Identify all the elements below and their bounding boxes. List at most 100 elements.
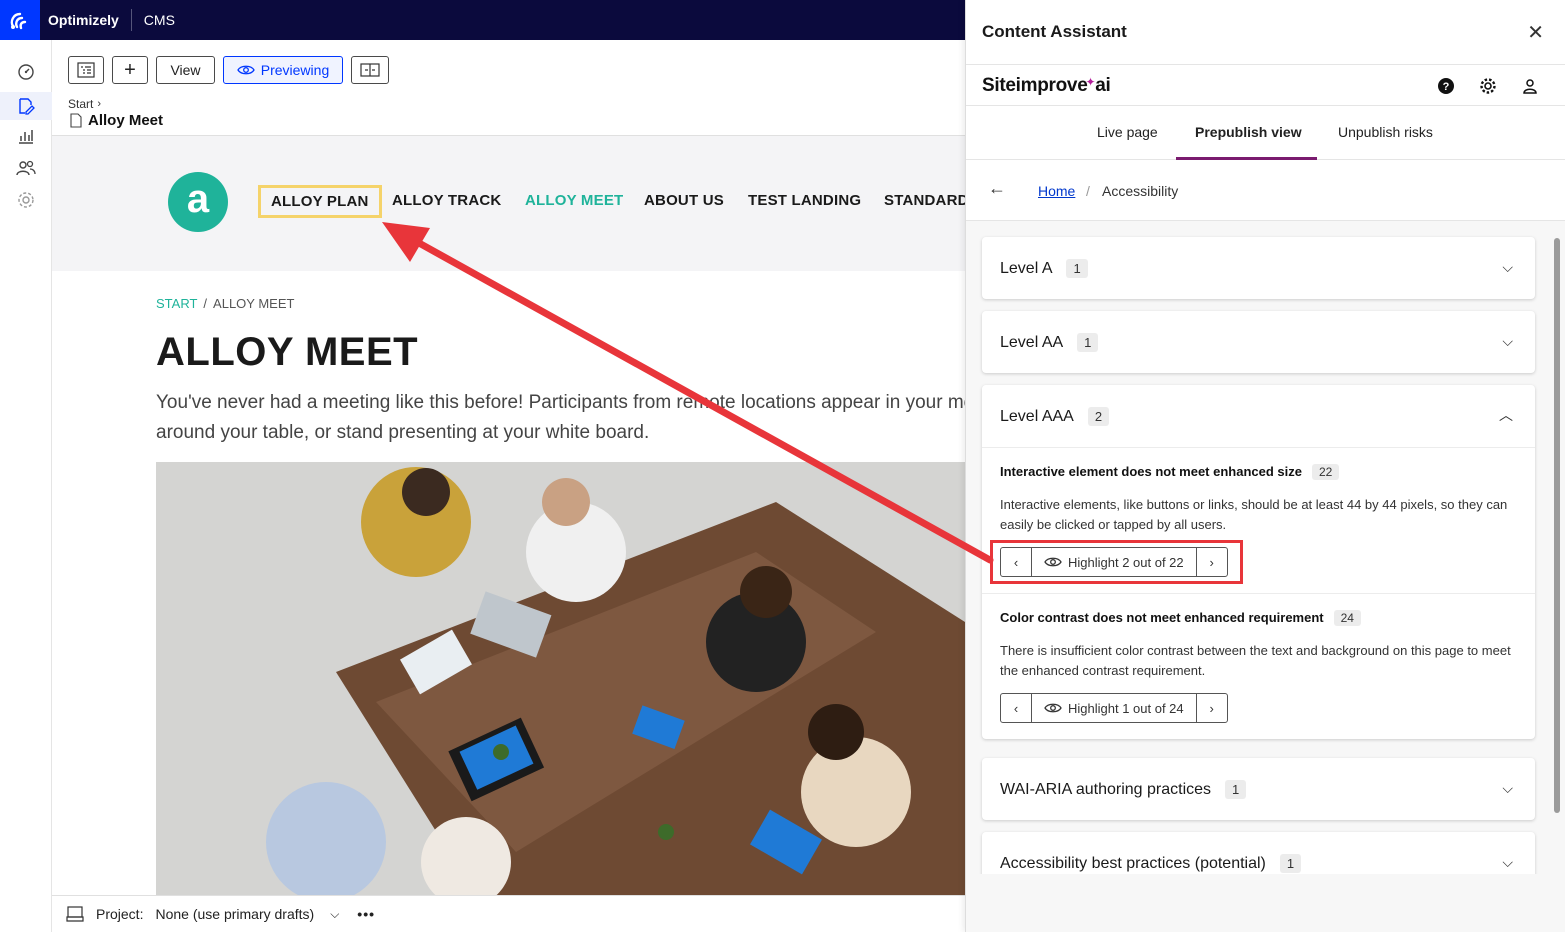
project-bar: Project: None (use primary drafts) ⌵ •••: [52, 895, 965, 932]
site-logo[interactable]: a: [168, 172, 228, 232]
back-arrow-icon[interactable]: ←: [988, 178, 1006, 199]
page-title: Alloy Meet: [88, 112, 164, 129]
best-practices-header[interactable]: Accessibility best practices (potential)…: [982, 832, 1535, 874]
analytics-icon[interactable]: [16, 126, 36, 146]
gear-icon[interactable]: [1478, 76, 1498, 96]
plus-icon: +: [124, 59, 136, 81]
nav-standard[interactable]: STANDARD: [884, 192, 965, 209]
level-title: Level AA 1: [1000, 333, 1099, 352]
product-name: CMS: [143, 12, 175, 28]
issue-description: There is insufficient color contrast bet…: [1000, 643, 1511, 678]
top-bar: Optimizely CMS: [0, 0, 965, 40]
count-badge: 1: [1225, 780, 1247, 799]
issue-count-badge: 24: [1333, 610, 1361, 626]
divider: [130, 9, 132, 31]
project-icon: [66, 906, 84, 922]
tab-unpublish-risks[interactable]: Unpublish risks: [1338, 124, 1433, 140]
chevron-down-icon[interactable]: ⌵: [330, 907, 339, 922]
optimizely-logo-icon[interactable]: [0, 0, 40, 40]
level-name: WAI-ARIA authoring practices: [1000, 781, 1212, 798]
annotation-highlight-box: [990, 540, 1243, 584]
siteimprove-suffix: ai: [1095, 75, 1111, 96]
siteimprove-bar: Siteimprove✦ai ?: [966, 65, 1565, 106]
tab-prepublish-view[interactable]: Prepublish view: [1195, 124, 1302, 140]
best-practices-card[interactable]: Accessibility best practices (potential)…: [982, 832, 1535, 874]
breadcrumb: Start ›: [68, 97, 101, 111]
level-aa-header[interactable]: Level AA 1 ⌵: [982, 311, 1535, 373]
svg-text:?: ?: [1443, 81, 1450, 93]
level-name: Level AA: [1000, 334, 1064, 351]
count-badge: 1: [1077, 333, 1099, 352]
level-title: WAI-ARIA authoring practices 1: [1000, 780, 1247, 799]
more-icon[interactable]: •••: [357, 906, 375, 922]
eye-icon: [236, 65, 255, 75]
site-breadcrumb: START / ALLOY MEET: [156, 296, 294, 311]
previewing-label: Previewing: [260, 62, 330, 78]
brand-name: Optimizely: [48, 12, 119, 28]
panel-footer: [966, 874, 1565, 932]
nav-about-us[interactable]: ABOUT US: [644, 192, 724, 209]
breadcrumb-current: Accessibility: [1102, 183, 1179, 199]
settings-icon[interactable]: [16, 190, 36, 210]
level-aaa-header[interactable]: Level AAA 2 ︿: [982, 385, 1535, 447]
compare-icon: [360, 63, 380, 77]
panel-breadcrumb: ← Home / Accessibility: [966, 160, 1565, 221]
level-aa-card[interactable]: Level AA 1 ⌵: [982, 311, 1535, 373]
count-badge: 1: [1066, 259, 1088, 278]
edit-icon[interactable]: [16, 96, 36, 116]
site-intro-line-1: You've never had a meeting like this bef…: [156, 392, 965, 413]
nav-alloy-track[interactable]: ALLOY TRACK: [392, 192, 501, 209]
page-tree-button[interactable]: [68, 56, 104, 84]
scrollbar-thumb[interactable]: [1554, 238, 1560, 813]
users-icon[interactable]: [16, 158, 36, 178]
chevron-down-icon[interactable]: ⌵: [1502, 333, 1513, 350]
level-name: Accessibility best practices (potential): [1000, 855, 1266, 872]
nav-alloy-plan[interactable]: ALLOY PLAN: [258, 185, 382, 218]
chevron-left-icon[interactable]: ‹: [1001, 694, 1031, 722]
meeting-photo: [156, 462, 965, 895]
highlight-label: Highlight 1 out of 24: [1068, 700, 1184, 716]
close-icon[interactable]: ✕: [1527, 20, 1544, 45]
level-a-header[interactable]: Level A 1 ⌵: [982, 237, 1535, 299]
user-icon[interactable]: [1520, 76, 1540, 96]
chevron-right-icon: ›: [97, 98, 102, 110]
count-badge: 1: [1279, 854, 1302, 873]
level-name: Level A: [1000, 260, 1053, 277]
add-content-button[interactable]: +: [112, 56, 148, 84]
chevron-right-icon[interactable]: ›: [1197, 694, 1227, 722]
level-title: Level AAA 2: [1000, 407, 1110, 426]
page-preview: a ALLOY PLAN ALLOY TRACK ALLOY MEET ABOU…: [52, 136, 965, 895]
help-icon[interactable]: ?: [1436, 76, 1456, 96]
site-breadcrumb-separator: /: [203, 296, 208, 311]
chevron-down-icon[interactable]: ⌵: [1502, 780, 1513, 797]
site-breadcrumb-start[interactable]: START: [156, 296, 197, 311]
breadcrumb-home-link[interactable]: Home: [1038, 183, 1075, 199]
chevron-down-icon[interactable]: ⌵: [1502, 854, 1513, 871]
issue-title-text: Color contrast does not meet enhanced re…: [1000, 610, 1324, 625]
issue-title: Color contrast does not meet enhanced re…: [1000, 610, 1517, 626]
page-title-row: Alloy Meet: [70, 112, 163, 129]
chevron-up-icon[interactable]: ︿: [1499, 405, 1513, 425]
dashboard-icon[interactable]: [16, 62, 36, 82]
wai-aria-header[interactable]: WAI-ARIA authoring practices 1 ⌵: [982, 758, 1535, 820]
previewing-button[interactable]: Previewing: [223, 56, 343, 84]
nav-test-landing[interactable]: TEST LANDING: [748, 192, 861, 209]
left-navigation-rail: [0, 40, 52, 932]
eye-icon: [1044, 703, 1062, 713]
issue-title-text: Interactive element does not meet enhanc…: [1000, 464, 1302, 479]
tab-live-page[interactable]: Live page: [1097, 124, 1158, 140]
nav-alloy-meet[interactable]: ALLOY MEET: [525, 192, 623, 209]
wai-aria-card[interactable]: WAI-ARIA authoring practices 1 ⌵: [982, 758, 1535, 820]
scrollbar[interactable]: [1551, 228, 1561, 873]
editor-toolbar: + View Previewing Start › Alloy Meet: [52, 40, 965, 136]
level-a-card[interactable]: Level A 1 ⌵: [982, 237, 1535, 299]
view-button[interactable]: View: [156, 56, 215, 84]
chevron-down-icon[interactable]: ⌵: [1502, 259, 1513, 276]
highlight-navigator: ‹ Highlight 1 out of 24 ›: [1000, 693, 1228, 723]
project-select-value[interactable]: None (use primary drafts): [155, 906, 314, 922]
issue-description: Interactive elements, like buttons or li…: [1000, 497, 1508, 532]
highlight-toggle-button[interactable]: Highlight 1 out of 24: [1031, 694, 1197, 722]
level-name: Level AAA: [1000, 408, 1074, 425]
breadcrumb-start[interactable]: Start: [68, 97, 93, 111]
compare-button[interactable]: [351, 56, 389, 84]
